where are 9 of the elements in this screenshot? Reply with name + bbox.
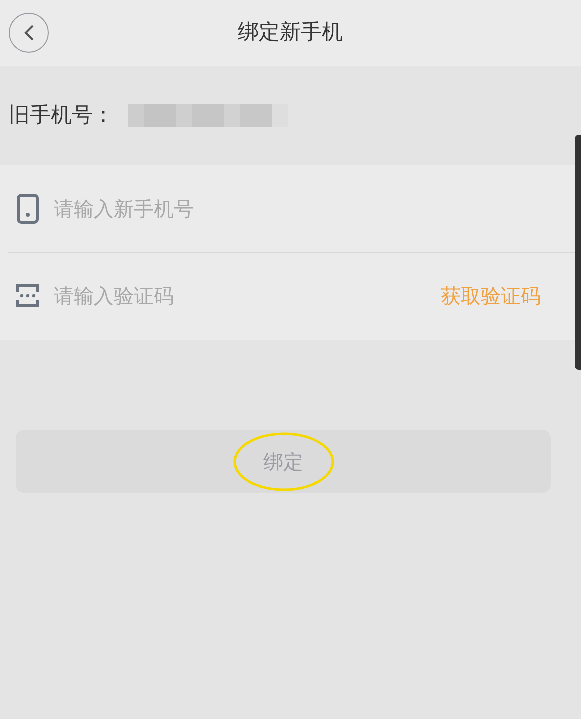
page-title: 绑定新手机 [238,19,343,46]
code-field[interactable]: 请输入验证码 [54,281,441,311]
get-code-button[interactable]: 获取验证码 [441,281,541,311]
back-button[interactable] [9,13,49,53]
phone-field[interactable]: 请输入新手机号 [54,194,541,224]
code-icon [16,284,40,308]
back-icon [23,24,35,42]
old-phone-label: 旧手机号： [9,102,114,129]
phone-icon [17,194,39,224]
